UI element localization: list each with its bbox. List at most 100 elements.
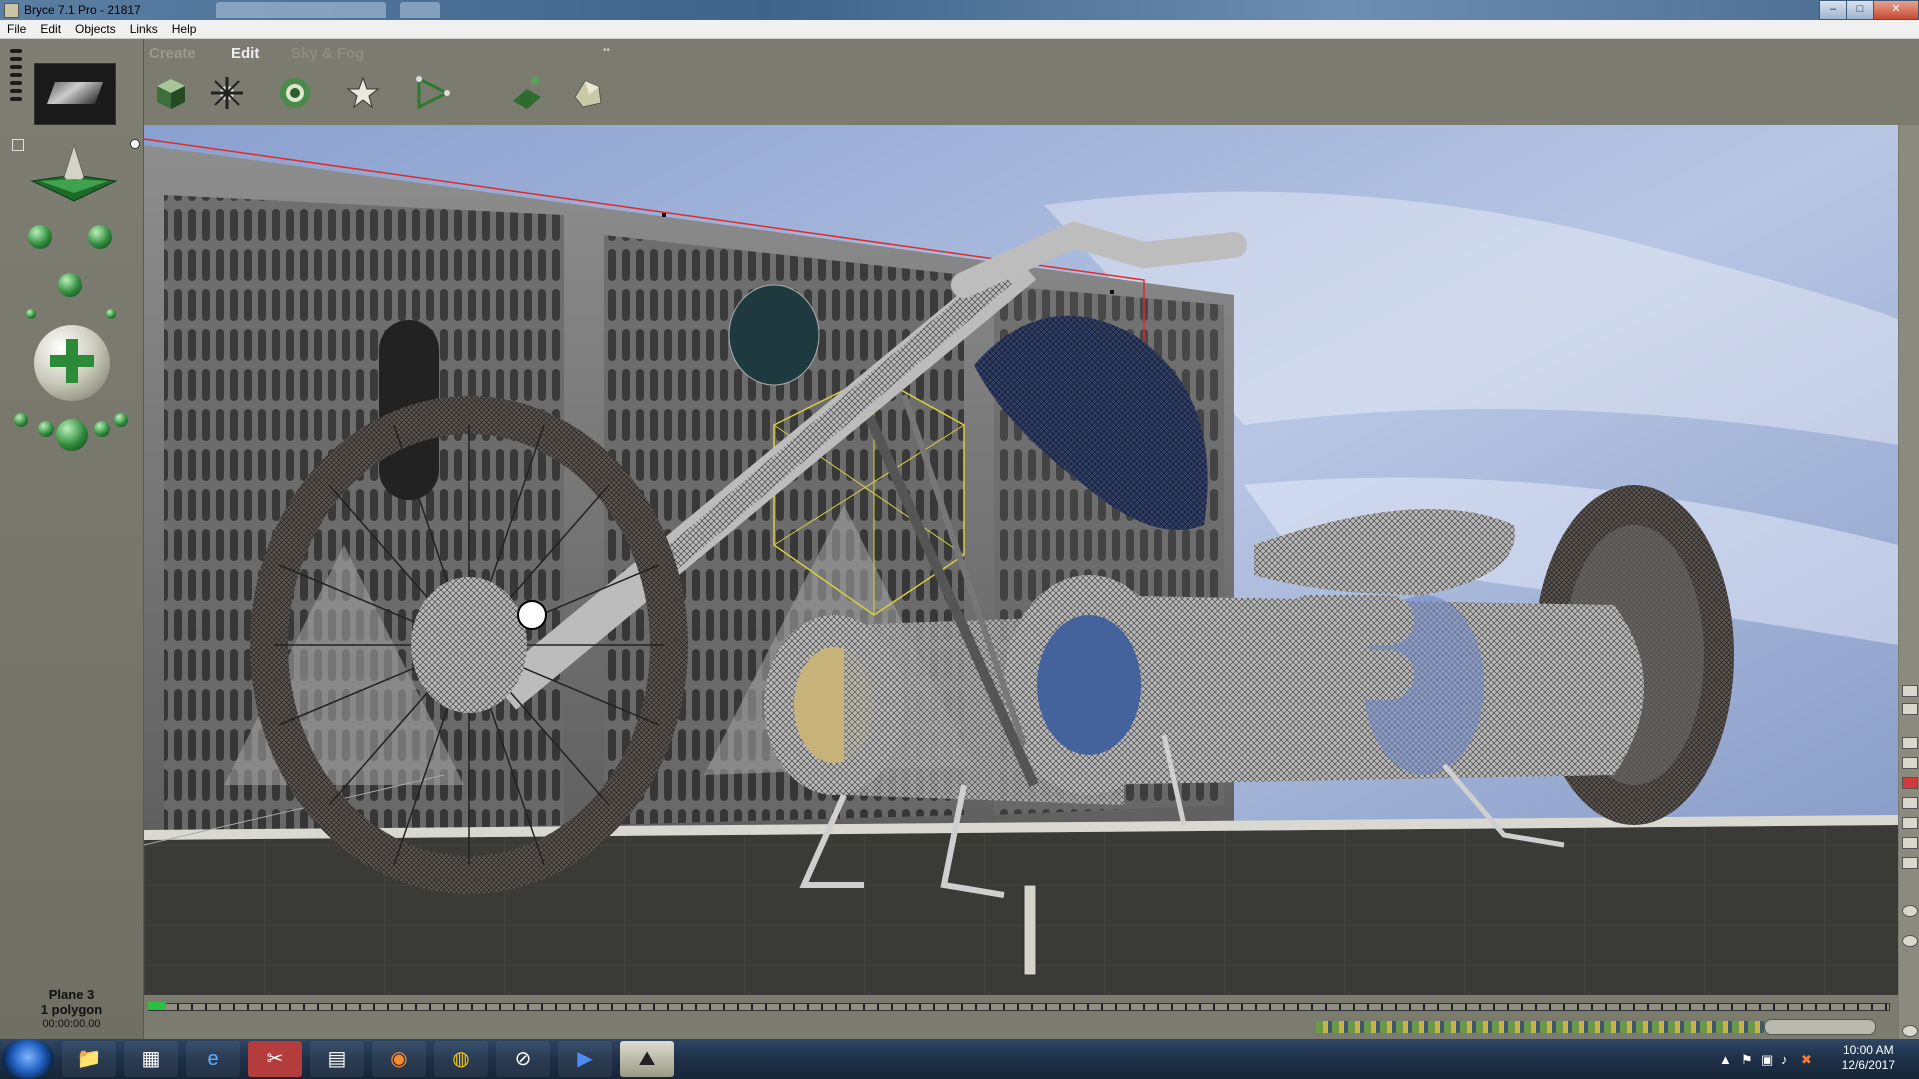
minimize-button[interactable]: – bbox=[1819, 0, 1847, 20]
taskbar-snipping-tool[interactable]: ✂ bbox=[248, 1041, 302, 1077]
maximize-button[interactable]: □ bbox=[1846, 0, 1874, 20]
menu-file[interactable]: File bbox=[0, 20, 33, 38]
pin-icon[interactable] bbox=[12, 139, 24, 151]
zoom-button[interactable] bbox=[1902, 935, 1918, 947]
control-panel: Plane 3 1 polygon 00:00:00.00 bbox=[0, 39, 144, 1039]
headlight[interactable] bbox=[728, 284, 820, 386]
network-icon[interactable]: ▣ bbox=[1761, 1052, 1773, 1068]
zoom-dot-icon[interactable] bbox=[94, 421, 110, 437]
tab-sky-fog[interactable]: Sky & Fog bbox=[291, 45, 364, 62]
camera-pan-left-icon[interactable] bbox=[28, 225, 52, 249]
align-button[interactable] bbox=[1902, 737, 1918, 749]
camera-dot-icon[interactable] bbox=[26, 309, 36, 319]
tab-edit[interactable]: Edit bbox=[231, 45, 259, 62]
tool-burst[interactable] bbox=[203, 71, 251, 123]
render-button[interactable] bbox=[1902, 777, 1918, 789]
flag-icon[interactable]: ⚑ bbox=[1741, 1052, 1753, 1068]
cube-primitive-icon bbox=[157, 79, 185, 109]
view-options-strip[interactable] bbox=[1023, 884, 1037, 976]
zoom-sphere-icon[interactable] bbox=[56, 419, 88, 451]
selection-palette[interactable] bbox=[1316, 1021, 1816, 1033]
display-button[interactable] bbox=[1902, 857, 1918, 869]
material-button[interactable] bbox=[1902, 703, 1918, 715]
app-tray-icon[interactable]: ✖ bbox=[1801, 1052, 1812, 1068]
zoom-dot-icon[interactable] bbox=[114, 413, 128, 427]
selection-status: Plane 3 1 polygon 00:00:00.00 bbox=[0, 987, 143, 1032]
display-button[interactable] bbox=[1902, 797, 1918, 809]
tool-cube[interactable] bbox=[147, 71, 195, 123]
taskbar-chrome[interactable]: ◍ bbox=[434, 1041, 488, 1077]
menu-objects[interactable]: Objects bbox=[68, 20, 123, 38]
menu-links[interactable]: Links bbox=[123, 20, 165, 38]
timeline-scrubber[interactable] bbox=[148, 1002, 166, 1010]
taskbar-bryce[interactable]: ⛰ bbox=[620, 1041, 674, 1077]
grid-terrain-icon bbox=[513, 77, 541, 109]
timeline-track[interactable] bbox=[148, 1003, 1890, 1011]
exhaust-pipe bbox=[1284, 595, 1414, 645]
view-control-handle[interactable] bbox=[10, 49, 22, 53]
taskbar: 📁 ▦ e ✂ ▤ ◉ ◍ ⊘ ▶ ⛰ ▲ ⚑ ▣ ♪ ✖ 10:00 AM 1… bbox=[0, 1039, 1919, 1079]
view-control-handle[interactable] bbox=[10, 73, 22, 77]
view-control-handle[interactable] bbox=[10, 97, 22, 101]
tool-torus[interactable] bbox=[271, 71, 319, 123]
camera-dot-icon[interactable] bbox=[106, 309, 116, 319]
playback-controls[interactable] bbox=[1764, 1019, 1876, 1035]
3d-viewport[interactable] bbox=[144, 125, 1898, 995]
system-tray: ▲ ⚑ ▣ ♪ ✖ 10:00 AM 12/6/2017 bbox=[1699, 1039, 1919, 1079]
taskbar-calculator[interactable]: ▦ bbox=[124, 1041, 178, 1077]
show-hidden-icons-icon[interactable]: ▲ bbox=[1719, 1052, 1732, 1067]
taskbar-firefox[interactable]: ◉ bbox=[372, 1041, 426, 1077]
align-button[interactable] bbox=[1902, 757, 1918, 769]
menu-edit[interactable]: Edit bbox=[33, 20, 68, 38]
jet-turbine-right bbox=[1037, 615, 1141, 755]
zoom-dot-icon[interactable] bbox=[14, 413, 28, 427]
tool-terrain[interactable] bbox=[503, 71, 551, 123]
view-control-handle[interactable] bbox=[10, 65, 22, 69]
taskbar-satellite-app[interactable]: ⊘ bbox=[496, 1041, 550, 1077]
star-primitive-icon bbox=[346, 76, 380, 109]
nano-preview[interactable] bbox=[34, 63, 116, 125]
tab-create[interactable]: Create bbox=[149, 45, 196, 62]
taskbar-internet-explorer[interactable]: e bbox=[186, 1041, 240, 1077]
view-control-handle[interactable] bbox=[10, 81, 22, 85]
zoom-dot-icon[interactable] bbox=[38, 421, 54, 437]
palette-collapse-icon[interactable]: •• bbox=[603, 45, 610, 56]
close-button[interactable]: ✕ bbox=[1873, 0, 1919, 20]
preview-thumbnail bbox=[46, 82, 104, 104]
wireframe-scene[interactable] bbox=[144, 125, 1898, 995]
torus-primitive-icon bbox=[280, 78, 310, 108]
tool-star[interactable] bbox=[339, 71, 387, 123]
clock-time: 10:00 AM bbox=[1842, 1043, 1894, 1057]
view-control-handle[interactable] bbox=[10, 57, 22, 61]
title-bar: Bryce 7.1 Pro - 21817 – □ ✕ bbox=[0, 0, 1919, 20]
start-button[interactable] bbox=[2, 1039, 54, 1079]
material-button[interactable] bbox=[1902, 685, 1918, 697]
view-trackball-icon[interactable] bbox=[28, 135, 120, 205]
globe-icon[interactable] bbox=[1902, 1025, 1918, 1037]
selection-handle[interactable] bbox=[662, 213, 666, 217]
taskbar-media-player[interactable]: ▶ bbox=[558, 1041, 612, 1077]
animation-timeline bbox=[144, 999, 1898, 1039]
reset-view-icon[interactable] bbox=[130, 139, 140, 149]
camera-pan-down-icon[interactable] bbox=[58, 273, 82, 297]
front-hub bbox=[411, 577, 527, 713]
origin-handle[interactable] bbox=[517, 600, 547, 630]
display-button[interactable] bbox=[1902, 837, 1918, 849]
volume-icon[interactable]: ♪ bbox=[1781, 1052, 1788, 1067]
selection-handle[interactable] bbox=[1110, 290, 1114, 294]
selected-object-name: Plane 3 bbox=[48, 987, 95, 1002]
tool-rock[interactable] bbox=[563, 71, 611, 123]
view-control-handle[interactable] bbox=[10, 89, 22, 93]
clock[interactable]: 10:00 AM 12/6/2017 bbox=[1842, 1043, 1895, 1073]
menu-help[interactable]: Help bbox=[165, 20, 204, 38]
zoom-button[interactable] bbox=[1902, 905, 1918, 917]
taskbar-notepad[interactable]: ▤ bbox=[310, 1041, 364, 1077]
background-tab bbox=[400, 2, 440, 18]
taskbar-file-explorer[interactable]: 📁 bbox=[62, 1041, 116, 1077]
camera-pan-right-icon[interactable] bbox=[88, 225, 112, 249]
move-cross-icon bbox=[46, 335, 98, 387]
bryce-app-icon bbox=[4, 3, 19, 18]
rock-primitive-icon bbox=[574, 80, 602, 108]
display-button[interactable] bbox=[1902, 817, 1918, 829]
tool-path[interactable] bbox=[409, 71, 457, 123]
